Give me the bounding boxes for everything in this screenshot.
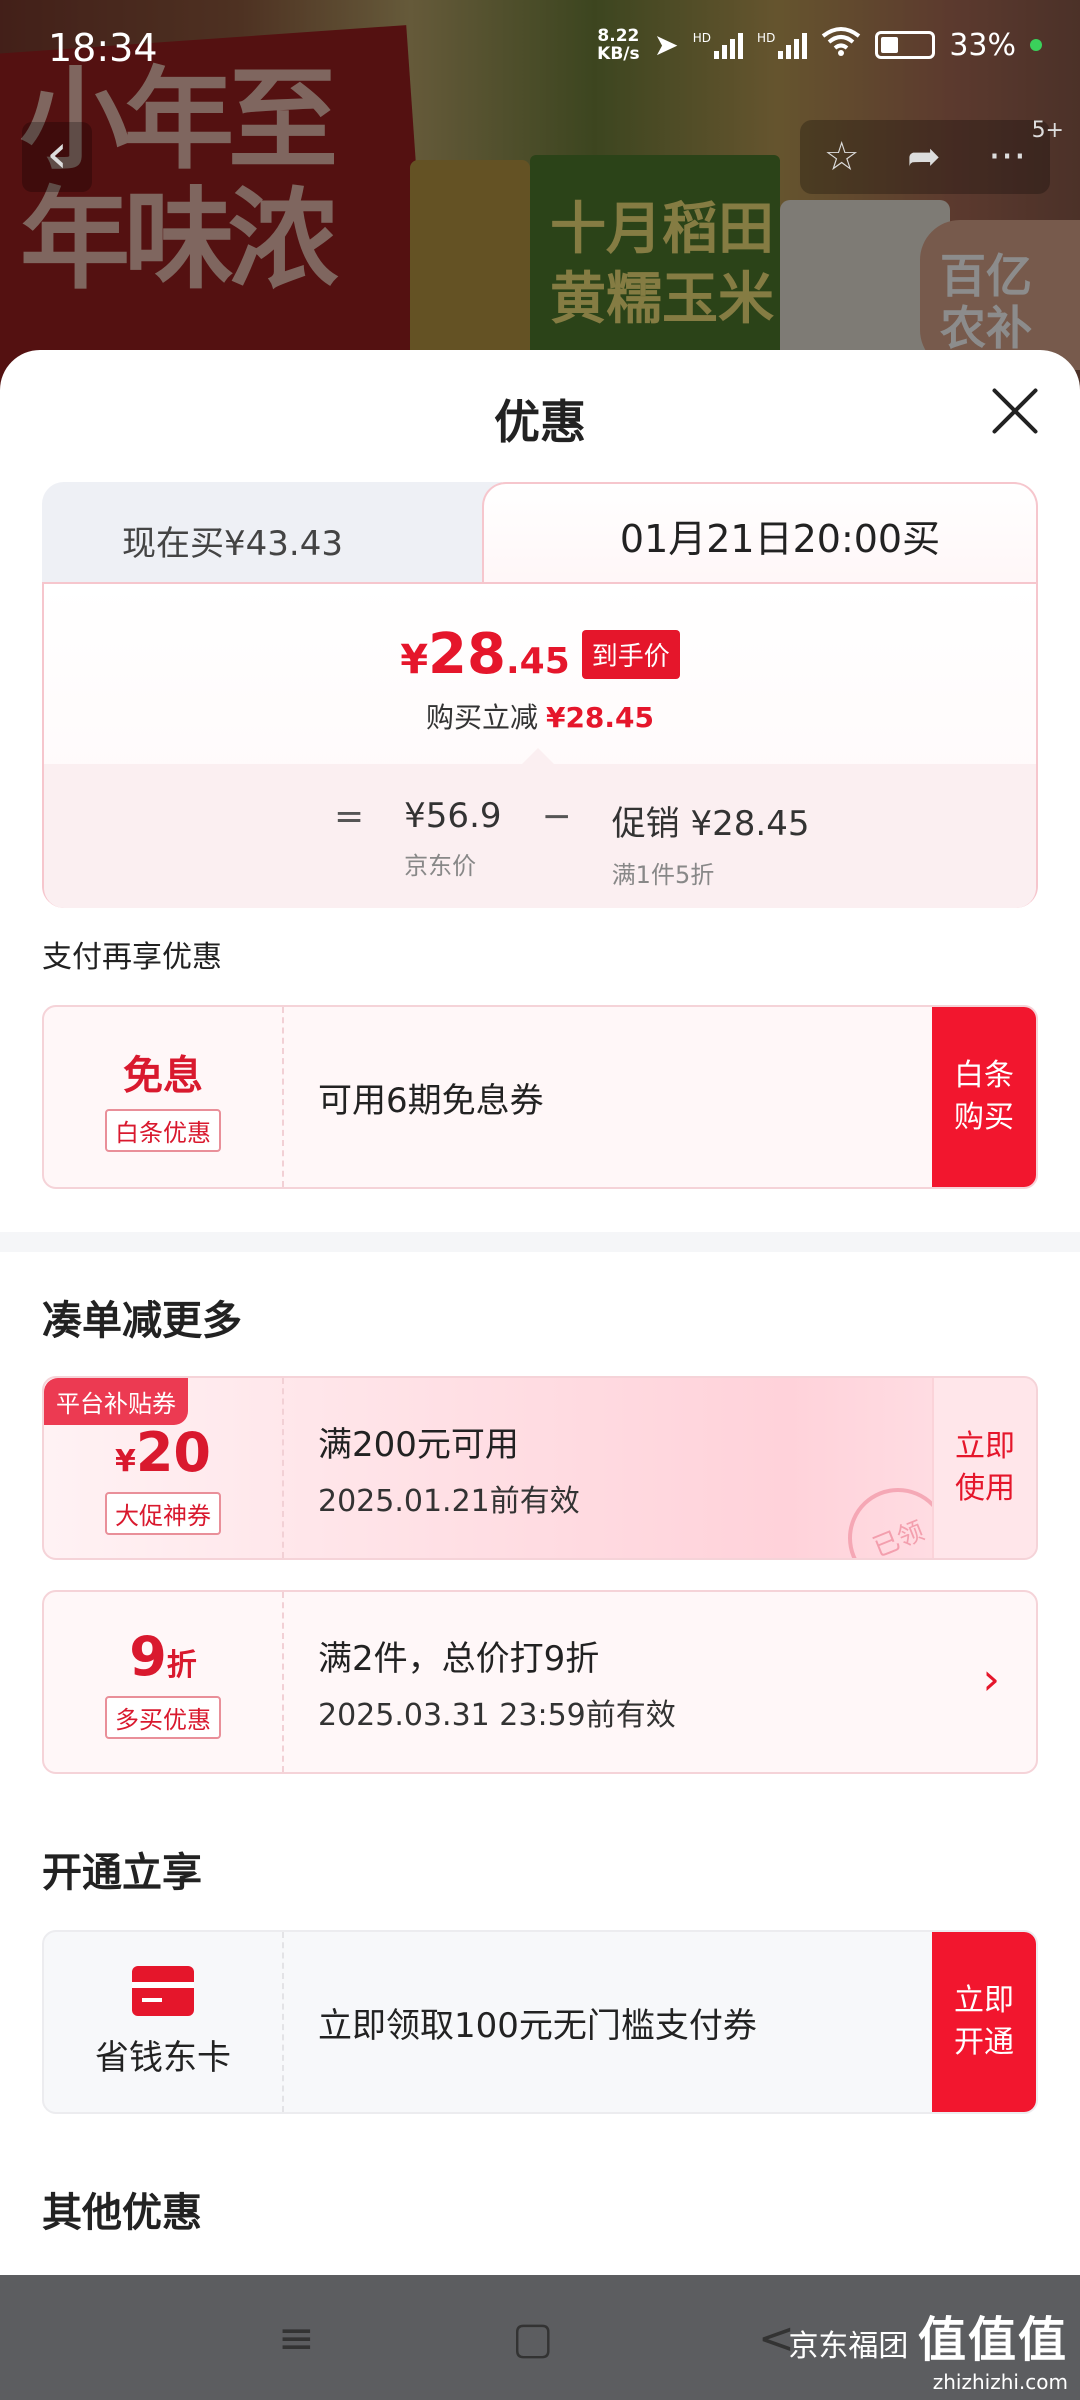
signal-1-icon: HD [692, 31, 744, 59]
formula-promo: 促销 ¥28.45 满1件5折 [612, 796, 810, 890]
multibuy-amount: 9折 [129, 1625, 197, 1688]
multibuy-left: 9折 多买优惠 [44, 1592, 284, 1772]
tab-buy-now[interactable]: 现在买¥43.43 [42, 482, 502, 582]
more-section-title: 凑单减更多 [42, 1298, 242, 1344]
instant-discount-label: 购买立减 [425, 701, 538, 734]
more-icon[interactable]: ··· [988, 134, 1026, 180]
battery-icon [875, 31, 936, 59]
savings-card-label: 省钱东卡 [95, 2037, 231, 2078]
instant-discount: 购买立减 ¥28.45 [44, 696, 1036, 736]
watermark-brand: 值值值 [917, 2312, 1068, 2368]
credit-card-icon [132, 1965, 194, 2016]
multibuy-condition: 满2件，总价打9折 [318, 1638, 600, 1679]
hd-label-2: HD [757, 31, 776, 45]
status-bar: 18:34 8.22 KB/s ➤ HD HD 33% [0, 0, 1080, 96]
final-price-tag: 到手价 [581, 630, 680, 679]
platform-coupon-amount: ¥20 [115, 1421, 211, 1484]
multibuy-chip: 多买优惠 [105, 1696, 221, 1739]
jd-price-label: 京东价 [404, 852, 477, 880]
savings-card-text: 立即领取100元无门槛支付券 [318, 1932, 757, 2112]
back-arrow-icon[interactable]: ‹ [22, 122, 92, 192]
savings-card-left: 省钱东卡 [44, 1932, 284, 2112]
wifi-icon [821, 26, 861, 64]
final-price-currency: ¥ [400, 637, 429, 683]
formula-minus: − [541, 796, 572, 837]
multibuy-value: 9 [129, 1625, 167, 1688]
caret-pointer [522, 748, 554, 764]
jd-price-value: ¥56.9 [404, 796, 502, 836]
promo-value: 促销 ¥28.45 [611, 804, 810, 844]
net-speed-value: 8.22 [597, 26, 640, 46]
price-card: 现在买¥43.43 01月21日20:00买 ¥28.45 到手价 购买立减 ¥2… [42, 482, 1038, 908]
status-icons: 8.22 KB/s ➤ HD HD 33% [597, 26, 1042, 64]
baitiao-left: 免息 白条优惠 [44, 1007, 284, 1187]
status-time: 18:34 [48, 26, 158, 70]
final-price-int: 28 [428, 622, 506, 687]
home-icon[interactable]: ▢ [512, 2313, 554, 2364]
baitiao-main: 免息 [123, 1052, 203, 1099]
discount-sheet: 优惠 现在买¥43.43 01月21日20:00买 ¥28.45 到手价 购买立… [0, 350, 1080, 2275]
page-actions: ☆ ➦ ··· [800, 120, 1050, 194]
use-coupon-button[interactable]: 立即 使用 [932, 1378, 1036, 1558]
formula-jd-price: ¥56.9 京东价 [404, 796, 501, 890]
baitiao-buy-button[interactable]: 白条 购买 [932, 1007, 1036, 1187]
watermark-site: zhizhizhi.com [932, 2370, 1068, 2394]
active-dot-icon [1030, 39, 1042, 51]
baitiao-chip: 白条优惠 [105, 1108, 221, 1152]
chevron-right-icon[interactable]: › [982, 1654, 1000, 1705]
location-arrow-icon: ➤ [653, 27, 679, 63]
savings-card-offer[interactable]: 省钱东卡 立即领取100元无门槛支付券 立即 开通 [42, 1930, 1038, 2114]
price-card-body: ¥28.45 到手价 购买立减 ¥28.45 = ¥56.9 京东价 − 促销 ¥… [42, 582, 1038, 908]
platform-coupon-text: 满200元可用 2025.01.21前有效 [318, 1378, 580, 1558]
hd-label-1: HD [692, 31, 712, 45]
platform-coupon-card[interactable]: 平台补贴券 ¥20 大促神券 满200元可用 2025.01.21前有效 已领 … [42, 1376, 1038, 1560]
sheet-title: 优惠 [494, 395, 586, 449]
multibuy-offer-card[interactable]: 9折 多买优惠 满2件，总价打9折 2025.03.31 23:59前有效 › [42, 1590, 1038, 1774]
baitiao-offer-card[interactable]: 免息 白条优惠 可用6期免息券 白条 购买 [42, 1005, 1038, 1189]
final-price: ¥28.45 [400, 622, 570, 687]
share-icon[interactable]: ➦ [907, 134, 941, 180]
section-divider [0, 1232, 1080, 1252]
open-section-title: 开通立享 [42, 1850, 202, 1896]
message-count-badge: 5+ [1031, 118, 1064, 143]
instant-discount-value: ¥28.45 [545, 701, 655, 734]
watermark-text: 京东福团 [788, 2329, 909, 2364]
savings-card-desc: 立即领取100元无门槛支付券 [318, 2005, 757, 2046]
battery-level: 33% [949, 27, 1016, 63]
watermark: 京东福团 值值值 zhizhizhi.com [788, 2300, 1068, 2394]
platform-coupon-chip: 大促神券 [105, 1492, 221, 1535]
menu-icon[interactable]: ≡ [278, 2313, 315, 2364]
platform-coupon-value: 20 [135, 1421, 212, 1484]
net-speed-unit: KB/s [597, 44, 640, 64]
open-now-button[interactable]: 立即 开通 [932, 1932, 1036, 2112]
price-formula: = ¥56.9 京东价 − 促销 ¥28.45 满1件5折 [334, 796, 809, 890]
platform-coupon-currency: ¥ [114, 1444, 136, 1479]
tab-buy-later[interactable]: 01月21日20:00买 [482, 482, 1038, 588]
other-section-title: 其他优惠 [42, 2190, 202, 2236]
formula-equals: = [334, 796, 365, 837]
multibuy-expiry: 2025.03.31 23:59前有效 [318, 1697, 676, 1733]
net-speed: 8.22 KB/s [597, 27, 639, 63]
multibuy-text: 满2件，总价打9折 2025.03.31 23:59前有效 [318, 1592, 676, 1772]
multibuy-unit: 折 [166, 1648, 197, 1683]
baitiao-text-block: 可用6期免息券 [318, 1007, 544, 1187]
platform-coupon-condition: 满200元可用 [318, 1424, 519, 1465]
close-icon[interactable] [990, 386, 1040, 436]
promo-label: 满1件5折 [611, 861, 715, 889]
star-icon[interactable]: ☆ [824, 134, 860, 180]
platform-coupon-left: ¥20 大促神券 [44, 1378, 284, 1558]
platform-coupon-expiry: 2025.01.21前有效 [318, 1483, 580, 1519]
final-price-row: ¥28.45 到手价 [44, 622, 1036, 687]
pay-section-label: 支付再享优惠 [42, 940, 222, 975]
final-price-dec: .45 [505, 641, 570, 682]
signal-2-icon: HD [757, 31, 808, 59]
baitiao-text: 可用6期免息券 [318, 1080, 544, 1121]
